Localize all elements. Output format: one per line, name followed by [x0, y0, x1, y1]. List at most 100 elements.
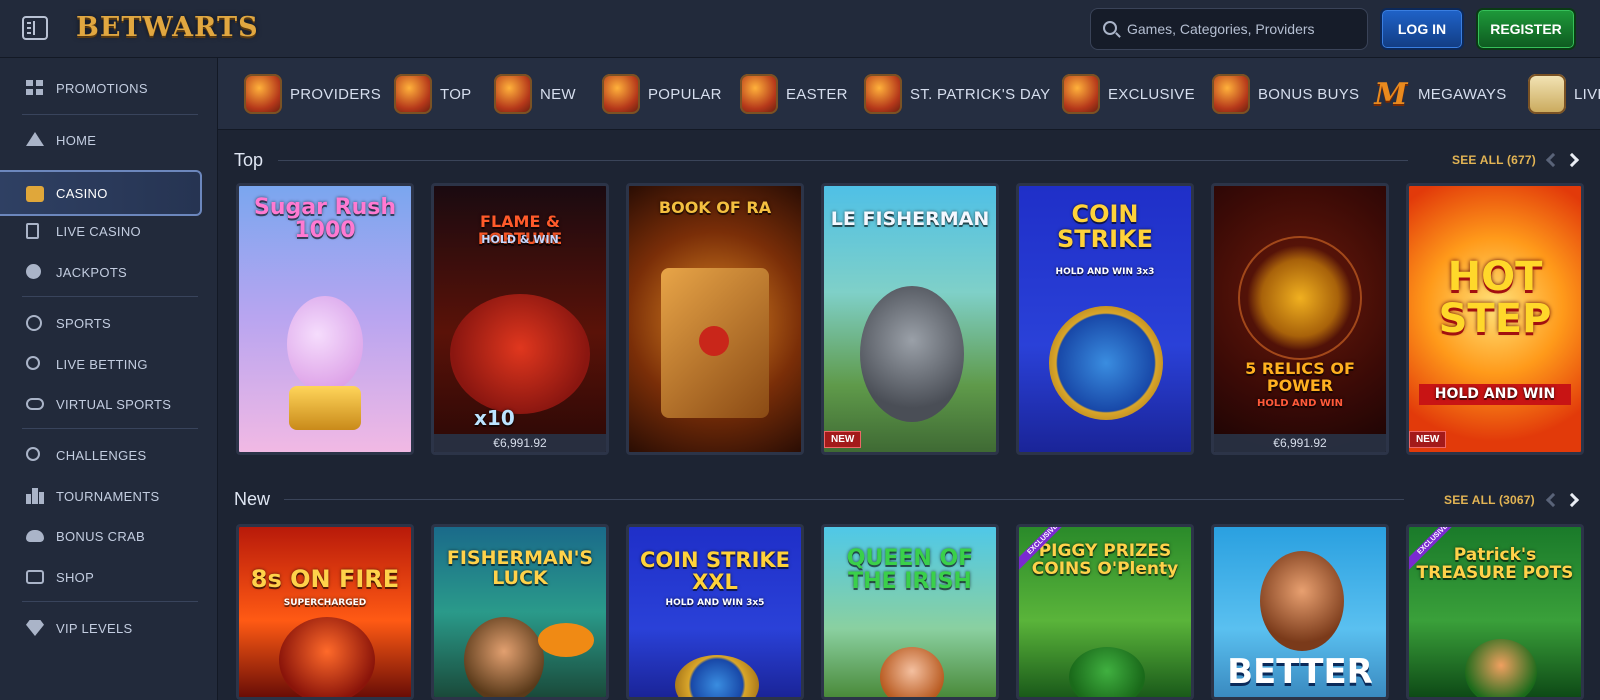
- sidebar-item-live-casino[interactable]: LIVE CASINO: [0, 213, 218, 249]
- game-title: Patrick's TREASURE POTS: [1416, 545, 1574, 583]
- register-button[interactable]: REGISTER: [1476, 8, 1576, 50]
- sidebar-item-jackpots[interactable]: JACKPOTS: [0, 254, 218, 290]
- category-label: EASTER: [786, 85, 848, 103]
- game-tile-piggy-prizes[interactable]: PIGGY PRIZES COINS O'Plenty EXCLUSIVE: [1016, 524, 1194, 700]
- category-live[interactable]: LIVE: [1528, 70, 1600, 118]
- game-title: 8s ON FIRE: [250, 565, 400, 593]
- dragon-icon: [450, 294, 590, 414]
- live-betting-icon: [26, 356, 40, 370]
- category-label: BONUS BUYS: [1258, 85, 1360, 103]
- category-megaways[interactable]: M MEGAWAYS: [1372, 70, 1507, 118]
- game-title: QUEEN OF THE IRISH: [846, 546, 974, 595]
- sidebar-item-casino[interactable]: CASINO: [0, 170, 202, 216]
- game-title: Sugar Rush 1000: [254, 195, 396, 244]
- game-tile-better[interactable]: BETTER: [1211, 524, 1389, 700]
- sidebar-item-label: JACKPOTS: [56, 264, 128, 280]
- easter-egg-icon: [740, 74, 778, 114]
- fish-icon: [538, 623, 594, 657]
- game-subtitle: HOLD AND WIN 3x3: [1055, 267, 1155, 277]
- game-tile-coin-strike[interactable]: COIN STRIKE HOLD AND WIN 3x3: [1016, 183, 1194, 455]
- leprechaun-icon: [1465, 639, 1537, 697]
- lightning-icon: [494, 74, 532, 114]
- game-subtitle: HOLD AND WIN: [1256, 398, 1344, 409]
- category-easter[interactable]: EASTER: [740, 70, 848, 118]
- game-tile-sugar-rush[interactable]: Sugar Rush 1000: [236, 183, 414, 455]
- category-label: TOP: [440, 85, 472, 103]
- sidebar-divider: [22, 114, 198, 115]
- category-popular[interactable]: POPULAR: [602, 70, 722, 118]
- category-bonus-buys[interactable]: BONUS BUYS: [1212, 70, 1359, 118]
- playing-card-icon: [26, 223, 39, 239]
- sidebar-item-challenges[interactable]: CHALLENGES: [0, 437, 218, 473]
- golden-idol-icon: [1238, 236, 1362, 360]
- game-title: FISHERMAN'S LUCK: [446, 547, 594, 589]
- sidebar-item-label: VIP LEVELS: [56, 620, 133, 636]
- game-tile-patricks-treasure-pots[interactable]: Patrick's TREASURE POTS EXCLUSIVE: [1406, 524, 1584, 700]
- category-label: MEGAWAYS: [1418, 85, 1507, 103]
- see-all-top-link[interactable]: SEE ALL (677): [1452, 153, 1536, 167]
- section-title-top: Top: [234, 150, 264, 170]
- diamond-icon: [26, 620, 44, 636]
- carousel-next-icon[interactable]: [1564, 152, 1580, 168]
- crown-icon: [394, 74, 432, 114]
- game-title: 5 RELICS OF POWER: [1245, 359, 1355, 395]
- sidebar-item-vip-levels[interactable]: VIP LEVELS: [0, 610, 218, 646]
- category-bar: PROVIDERS TOP NEW POPULAR EASTER ST. PAT…: [218, 58, 1600, 130]
- sidebar-item-virtual-sports[interactable]: VIRTUAL SPORTS: [0, 386, 218, 422]
- sidebar-item-label: CHALLENGES: [56, 447, 147, 463]
- login-button[interactable]: LOG IN: [1380, 8, 1464, 50]
- category-top[interactable]: TOP: [394, 70, 471, 118]
- game-tile-le-fisherman[interactable]: LE FISHERMAN NEW: [821, 183, 999, 455]
- game-title: LE FISHERMAN: [830, 208, 990, 230]
- see-all-new-link[interactable]: SEE ALL (3067): [1444, 493, 1535, 507]
- providers-icon: [244, 74, 282, 114]
- category-exclusive[interactable]: EXCLUSIVE: [1062, 70, 1195, 118]
- carousel-prev-icon[interactable]: [1545, 492, 1561, 508]
- sidebar-item-label: BONUS CRAB: [56, 528, 145, 544]
- search-input[interactable]: [1127, 9, 1363, 49]
- leprechaun-hat-icon: [864, 74, 902, 114]
- carousel-next-icon[interactable]: [1564, 492, 1580, 508]
- section-divider: [278, 160, 1408, 161]
- carousel-prev-icon[interactable]: [1545, 152, 1561, 168]
- game-tile-hot-step[interactable]: HOT STEP HOLD AND WIN NEW: [1406, 183, 1584, 455]
- gumball-machine-icon: [287, 296, 363, 392]
- sidebar-item-label: LIVE CASINO: [56, 223, 141, 239]
- search-box[interactable]: [1090, 8, 1368, 50]
- game-tile-book-of-ra[interactable]: BOOK OF RA: [626, 183, 804, 455]
- sidebar-item-bonus-crab[interactable]: BONUS CRAB: [0, 518, 218, 554]
- sidebar-item-label: LIVE BETTING: [56, 356, 148, 372]
- sidebar-item-home[interactable]: HOME: [0, 122, 218, 158]
- leprechaun-icon: [1069, 647, 1145, 697]
- category-label: PROVIDERS: [290, 85, 382, 103]
- playing-card-icon: [1528, 74, 1566, 114]
- sidebar-item-tournaments[interactable]: TOURNAMENTS: [0, 478, 218, 514]
- clover-icon: [26, 264, 41, 279]
- crab-icon: [26, 530, 44, 542]
- game-tile-5-relics-of-power[interactable]: 5 RELICS OF POWER HOLD AND WIN €6,991.92: [1211, 183, 1389, 455]
- category-st-patricks-day[interactable]: ST. PATRICK'S DAY: [864, 70, 1051, 118]
- sidebar-item-promotions[interactable]: PROMOTIONS: [0, 70, 218, 106]
- gem-chest-icon: [1062, 74, 1100, 114]
- game-tile-coin-strike-xxl[interactable]: COIN STRIKE XXL HOLD AND WIN 3x5: [626, 524, 804, 700]
- dragon-icon: [279, 617, 375, 697]
- sidebar-item-label: PROMOTIONS: [56, 80, 148, 96]
- category-providers[interactable]: PROVIDERS: [244, 70, 381, 118]
- sidebar-item-live-betting[interactable]: LIVE BETTING: [0, 346, 218, 382]
- queen-icon: [880, 647, 944, 697]
- shopping-bag-icon: [26, 570, 44, 584]
- football-icon: [26, 315, 42, 331]
- category-new[interactable]: NEW: [494, 70, 576, 118]
- game-tile-flame-fortune[interactable]: FLAME & FORTUNE HOLD & WIN x10 €6,991.92: [431, 183, 609, 455]
- sidebar-item-shop[interactable]: SHOP: [0, 559, 218, 595]
- game-tile-fishermans-luck[interactable]: FISHERMAN'S LUCK: [431, 524, 609, 700]
- game-tile-8s-on-fire[interactable]: 8s ON FIRE SUPERCHARGED: [236, 524, 414, 700]
- sidebar-item-sports[interactable]: SPORTS: [0, 305, 218, 341]
- jackpot-amount: €6,991.92: [434, 434, 606, 452]
- sidebar-item-label: HOME: [56, 132, 97, 148]
- multiplier-label: x10: [474, 406, 515, 430]
- sidebar-item-label: TOURNAMENTS: [56, 488, 160, 504]
- site-logo[interactable]: BETWARTS: [76, 12, 259, 43]
- sidebar-toggle-icon[interactable]: [22, 16, 48, 40]
- game-tile-queen-of-the-irish[interactable]: QUEEN OF THE IRISH: [821, 524, 999, 700]
